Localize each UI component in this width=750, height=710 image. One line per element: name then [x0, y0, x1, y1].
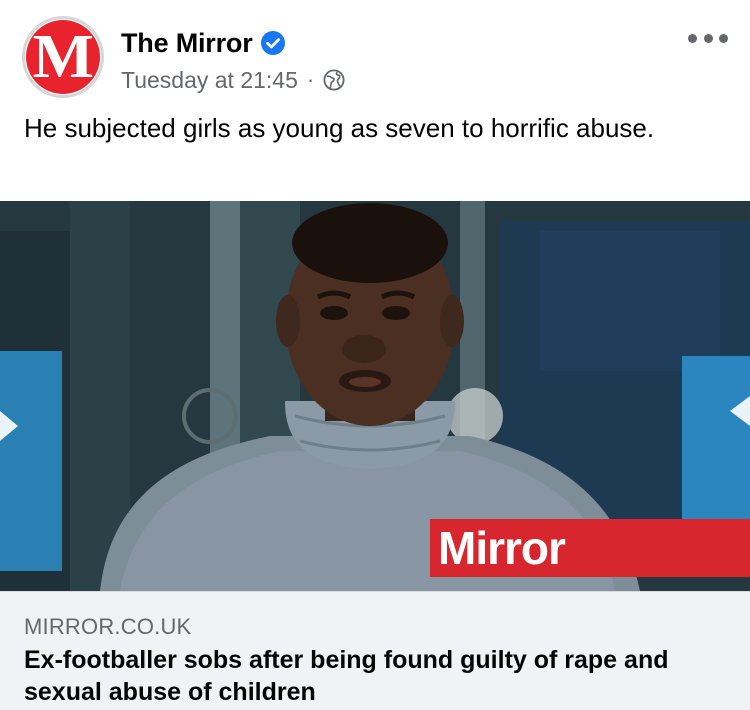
- globe-icon[interactable]: [323, 69, 345, 91]
- post-timestamp[interactable]: Tuesday at 21:45: [121, 67, 298, 94]
- post-meta: Tuesday at 21:45 ·: [121, 64, 345, 96]
- post-header: M The Mirror Tuesday at 21:45 ·: [0, 0, 750, 110]
- more-options-icon: [703, 33, 713, 43]
- more-options-button[interactable]: [688, 26, 728, 50]
- link-preview-footer[interactable]: MIRROR.CO.UK Ex-footballer sobs after be…: [0, 591, 750, 710]
- more-options-icon: [719, 33, 728, 43]
- page-avatar[interactable]: M: [22, 16, 104, 98]
- page-name[interactable]: The Mirror: [121, 28, 253, 59]
- verified-badge-icon: [260, 31, 285, 55]
- meta-separator: ·: [306, 67, 315, 92]
- link-preview-image[interactable]: Mirror: [0, 201, 750, 591]
- link-title[interactable]: Ex-footballer sobs after being found gui…: [24, 644, 724, 708]
- post-text: He subjected girls as young as seven to …: [24, 113, 655, 143]
- more-options-icon: [688, 33, 697, 43]
- mirror-logo: M: [26, 20, 100, 94]
- link-domain: MIRROR.CO.UK: [24, 614, 192, 639]
- page-name-row: The Mirror: [121, 26, 285, 60]
- mirror-brand-badge: Mirror: [430, 519, 750, 577]
- brand-badge-text: Mirror: [438, 522, 566, 574]
- avatar-letter: M: [32, 23, 94, 91]
